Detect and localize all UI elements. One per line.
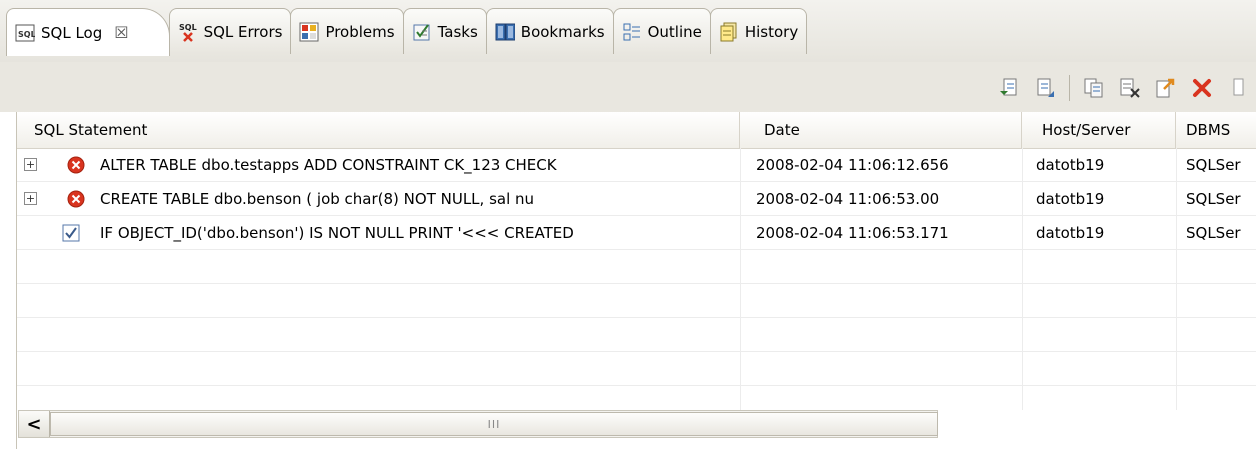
empty-row (0, 250, 1256, 284)
column-header-host-server[interactable]: Host/Server (1022, 112, 1176, 148)
view-left-border (0, 112, 17, 449)
column-header-sql-statement[interactable]: SQL Statement (24, 112, 740, 148)
empty-row (0, 318, 1256, 352)
tab-bookmarks[interactable]: Bookmarks (485, 8, 614, 54)
tab-label: Bookmarks (520, 22, 605, 41)
history-icon (719, 22, 739, 42)
dbms-cell: SQLSer (1186, 190, 1241, 208)
toolbar-separator (1069, 75, 1070, 101)
error-icon (66, 189, 86, 209)
success-check-icon (62, 224, 80, 242)
grip-icon: III (487, 417, 501, 431)
clear-icon[interactable] (1118, 76, 1142, 100)
error-icon (66, 155, 86, 175)
copy-icon[interactable] (1082, 76, 1106, 100)
bookmarks-icon (495, 22, 515, 42)
empty-row (0, 352, 1256, 386)
close-icon[interactable]: ☒ (114, 23, 128, 42)
problems-icon (299, 22, 319, 42)
host-cell: datotb19 (1036, 224, 1105, 242)
table-row[interactable]: IF OBJECT_ID('dbo.benson') IS NOT NULL P… (0, 216, 1256, 250)
overflow-icon[interactable] (1226, 76, 1250, 100)
tab-label: Tasks (437, 22, 478, 41)
table-row[interactable]: + ALTER TABLE dbo.testapps ADD CONSTRAIN… (0, 148, 1256, 182)
horizontal-scrollbar[interactable]: < III (18, 410, 938, 438)
dbms-cell: SQLSer (1186, 224, 1241, 242)
expand-all-icon[interactable] (997, 76, 1021, 100)
tab-label: Problems (325, 22, 395, 41)
delete-icon[interactable] (1190, 76, 1214, 100)
column-header-dbms[interactable]: DBMS (1176, 112, 1256, 148)
sql-errors-icon: SQL (178, 22, 198, 42)
svg-text:SQL: SQL (179, 23, 197, 32)
column-header-date[interactable]: Date (740, 112, 1022, 148)
sql-statement-cell: IF OBJECT_ID('dbo.benson') IS NOT NULL P… (100, 224, 574, 242)
outline-icon (622, 22, 642, 42)
tab-label: History (744, 22, 799, 41)
tab-history[interactable]: History (709, 8, 808, 54)
tab-problems[interactable]: Problems (290, 8, 404, 54)
tab-label: SQL Log (41, 23, 103, 42)
view-tab-bar: SQL SQL Log ☒ SQL SQL Errors Problems Ta… (0, 0, 1256, 63)
sql-log-icon: SQL (15, 23, 35, 43)
tasks-icon (412, 22, 432, 42)
expand-icon[interactable]: + (24, 158, 37, 171)
date-cell: 2008-02-04 11:06:53.00 (756, 190, 940, 208)
tab-tasks[interactable]: Tasks (402, 8, 487, 54)
host-cell: datotb19 (1036, 190, 1105, 208)
table-row[interactable]: + CREATE TABLE dbo.benson ( job char(8) … (0, 182, 1256, 216)
export-icon[interactable] (1154, 76, 1178, 100)
dbms-cell: SQLSer (1186, 156, 1241, 174)
collapse-all-icon[interactable] (1033, 76, 1057, 100)
sql-statement-cell: ALTER TABLE dbo.testapps ADD CONSTRAINT … (100, 156, 557, 174)
svg-text:SQL: SQL (18, 30, 35, 39)
view-toolbar (0, 62, 1256, 113)
tab-outline[interactable]: Outline (612, 8, 711, 54)
date-cell: 2008-02-04 11:06:12.656 (756, 156, 949, 174)
tab-sql-errors[interactable]: SQL SQL Errors (168, 8, 292, 54)
scroll-left-button[interactable]: < (19, 411, 50, 437)
tab-label: Outline (647, 22, 702, 41)
date-cell: 2008-02-04 11:06:53.171 (756, 224, 949, 242)
sql-log-table-body: + ALTER TABLE dbo.testapps ADD CONSTRAIN… (0, 148, 1256, 386)
tab-sql-log[interactable]: SQL SQL Log ☒ (6, 8, 170, 56)
expand-icon[interactable]: + (24, 192, 37, 205)
scrollbar-thumb[interactable]: III (50, 412, 938, 436)
host-cell: datotb19 (1036, 156, 1105, 174)
empty-row (0, 284, 1256, 318)
sql-statement-cell: CREATE TABLE dbo.benson ( job char(8) NO… (100, 190, 535, 208)
tab-label: SQL Errors (203, 22, 283, 41)
table-header: SQL Statement Date Host/Server DBMS (0, 112, 1256, 149)
